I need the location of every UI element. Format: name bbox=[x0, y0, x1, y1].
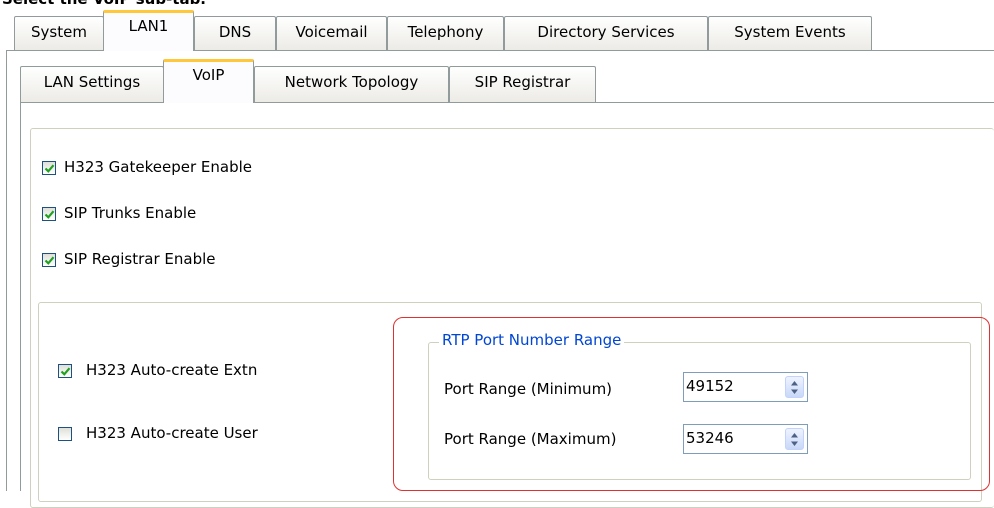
check-icon bbox=[44, 256, 55, 265]
port-range-max-label: Port Range (Maximum) bbox=[444, 430, 617, 448]
h323-auto-create-user-label: H323 Auto-create User bbox=[86, 424, 258, 442]
spin-up-down-icon bbox=[791, 433, 798, 446]
tab-system-events[interactable]: System Events bbox=[708, 16, 872, 50]
check-icon bbox=[60, 367, 71, 376]
tab-voicemail[interactable]: Voicemail bbox=[276, 16, 387, 50]
port-range-max-stepper[interactable]: 53246 bbox=[683, 424, 808, 454]
subtab-voip[interactable]: VoIP bbox=[163, 59, 254, 103]
port-range-max-value[interactable]: 53246 bbox=[686, 429, 734, 447]
check-icon bbox=[44, 164, 55, 173]
spin-buttons[interactable] bbox=[785, 428, 804, 450]
h323-auto-create-user-checkbox[interactable] bbox=[58, 427, 72, 441]
h323-auto-create-extn-checkbox[interactable] bbox=[58, 364, 72, 378]
sip-registrar-checkbox[interactable] bbox=[42, 253, 56, 267]
rtp-port-range-group bbox=[428, 342, 971, 480]
subtab-lan-settings[interactable]: LAN Settings bbox=[20, 66, 164, 102]
spin-buttons[interactable] bbox=[785, 376, 804, 398]
sip-trunks-label: SIP Trunks Enable bbox=[64, 204, 197, 222]
port-range-min-label: Port Range (Minimum) bbox=[444, 380, 613, 398]
spin-up-down-icon bbox=[791, 381, 798, 394]
subtab-network-topology[interactable]: Network Topology bbox=[254, 66, 449, 102]
rtp-port-range-title: RTP Port Number Range bbox=[439, 331, 625, 349]
port-range-min-stepper[interactable]: 49152 bbox=[683, 372, 808, 402]
sip-trunks-checkbox[interactable] bbox=[42, 207, 56, 221]
h323-auto-create-extn-label: H323 Auto-create Extn bbox=[86, 361, 258, 379]
tab-dns[interactable]: DNS bbox=[194, 16, 276, 50]
tab-telephony[interactable]: Telephony bbox=[387, 16, 504, 50]
sub-panel-left-edge bbox=[20, 102, 21, 491]
check-icon bbox=[44, 210, 55, 219]
sip-registrar-label: SIP Registrar Enable bbox=[64, 250, 216, 268]
main-panel-left-edge bbox=[6, 50, 7, 491]
port-range-min-value[interactable]: 49152 bbox=[686, 377, 734, 395]
instruction-caption: Select the VoIP sub-tab. bbox=[2, 0, 206, 8]
subtab-sip-registrar[interactable]: SIP Registrar bbox=[449, 66, 596, 102]
tab-system[interactable]: System bbox=[14, 16, 104, 50]
tab-lan1[interactable]: LAN1 bbox=[103, 10, 194, 51]
h323-gatekeeper-checkbox[interactable] bbox=[42, 161, 56, 175]
tab-directory-services[interactable]: Directory Services bbox=[504, 16, 708, 50]
h323-gatekeeper-label: H323 Gatekeeper Enable bbox=[64, 158, 252, 176]
